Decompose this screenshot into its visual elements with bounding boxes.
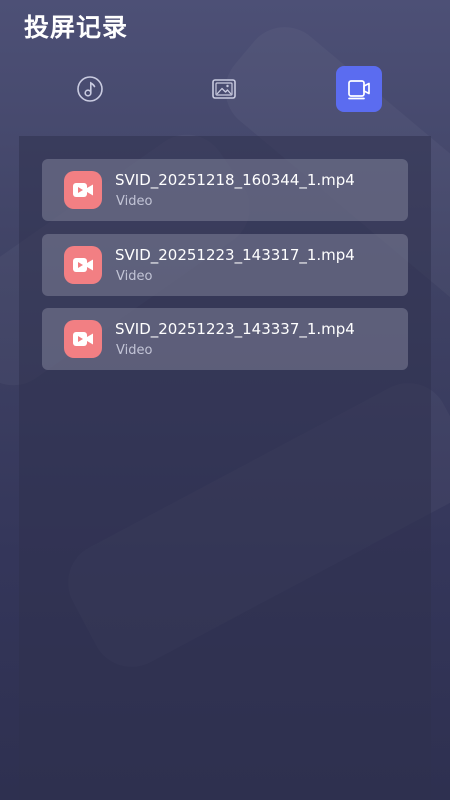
image-icon bbox=[212, 79, 236, 99]
video-icon bbox=[348, 80, 370, 100]
video-file-icon bbox=[64, 171, 102, 209]
list-item[interactable]: SVID_20251223_143337_1.mp4 Video bbox=[42, 308, 408, 370]
video-file-icon bbox=[64, 245, 102, 284]
music-note-icon bbox=[77, 76, 103, 102]
file-type: Video bbox=[116, 268, 153, 284]
file-type: Video bbox=[116, 194, 153, 209]
file-name: SVID_20251223_143317_1.mp4 bbox=[115, 245, 355, 264]
list-item[interactable]: SVID_20251218_160344_1.mp4 Video bbox=[42, 159, 408, 221]
tab-videos[interactable] bbox=[336, 66, 382, 112]
file-list: SVID_20251218_160344_1.mp4 Video SVID_20… bbox=[42, 159, 408, 383]
file-type: Video bbox=[116, 343, 153, 358]
file-name: SVID_20251218_160344_1.mp4 bbox=[115, 171, 355, 189]
category-tabs bbox=[0, 66, 450, 112]
tab-images[interactable] bbox=[201, 66, 247, 112]
tab-music[interactable] bbox=[67, 66, 113, 112]
file-name: SVID_20251223_143337_1.mp4 bbox=[115, 320, 355, 338]
list-item[interactable]: SVID_20251223_143317_1.mp4 Video bbox=[42, 233, 408, 296]
video-file-icon bbox=[64, 320, 102, 358]
page-title: 投屏记录 bbox=[24, 13, 129, 42]
